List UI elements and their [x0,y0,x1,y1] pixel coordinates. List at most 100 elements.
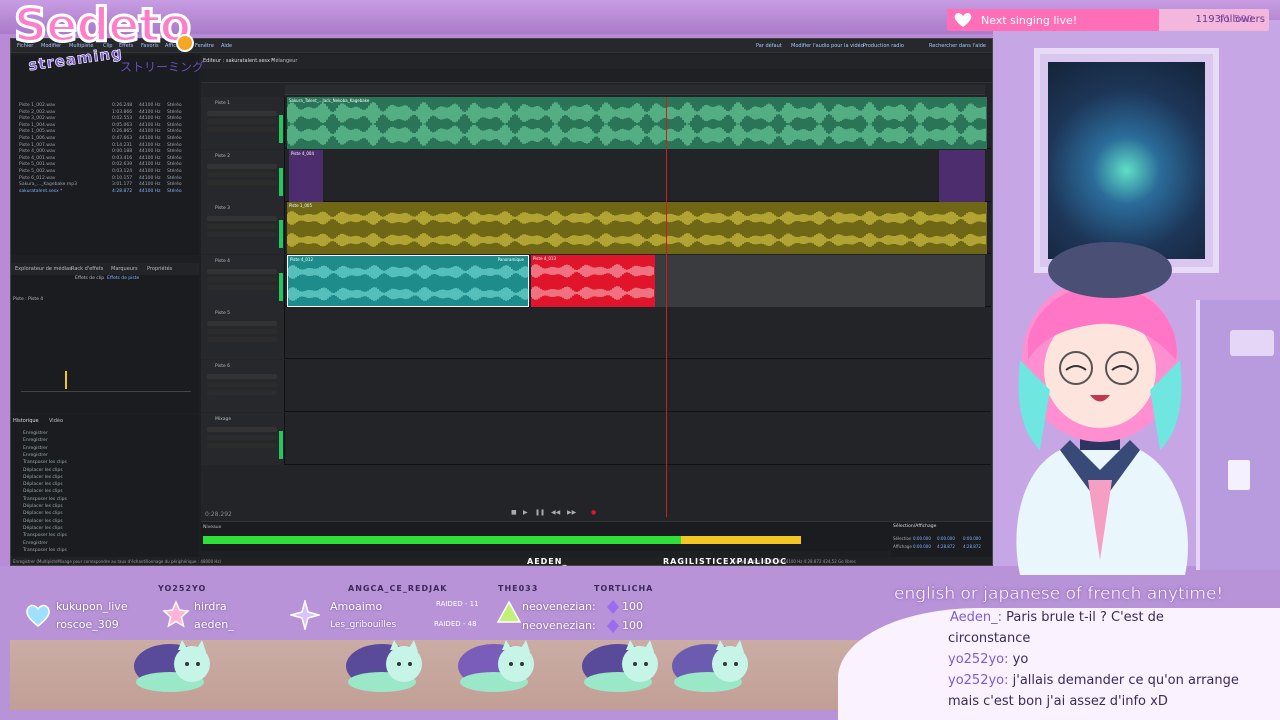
tab-properties[interactable]: Propriétés [147,266,172,272]
mixer-tab[interactable]: Mélangeur [271,58,298,64]
history-item[interactable]: Enregistrer [23,431,48,436]
file-row[interactable]: Piste 1_007.wav 0:14.231 44100 Hz Stéréo [19,143,199,149]
track-output-select[interactable] [207,127,277,132]
file-row[interactable]: Piste 6_012.wav 0:10.157 44100 Hz Stéréo [19,176,199,182]
chat-username[interactable]: Aeden_: [950,610,1002,625]
file-row[interactable]: Piste 4_000.wav 0:00.188 44100 Hz Stéréo [19,149,199,155]
history-item[interactable]: Transposer les clips [23,548,67,553]
track-name[interactable]: Piste 4 [215,259,230,264]
tab-markers[interactable]: Marqueurs [111,266,138,272]
file-row[interactable]: Piste 1_004.wav 0:05.063 44100 Hz Stéréo [19,123,199,129]
track-input-select[interactable] [207,276,277,282]
audio-clip[interactable]: Sakura_Talent_...Jack_Nekoba_Kagebake [287,97,987,149]
selection-end[interactable]: 0:00.000 [937,536,955,541]
track-input-select[interactable] [207,119,277,124]
track-name[interactable]: Piste 5 [215,311,230,316]
track-output-select[interactable] [207,390,277,395]
selection-start[interactable]: 0:00.000 [913,536,931,541]
pause-icon[interactable]: ❚❚ [535,509,545,516]
track-input-select[interactable] [207,382,277,387]
track-volume-control[interactable] [207,321,277,327]
forward-icon[interactable]: ▶▶ [567,509,576,516]
file-row[interactable]: Piste 5_001.wav 0:02.639 44100 Hz Stéréo [19,162,199,168]
timeline-ruler[interactable] [285,85,985,95]
track-name[interactable]: Mixage [215,417,231,422]
history-title[interactable]: Historique [13,418,39,424]
tab-effects-rack[interactable]: Rack d'effets [71,266,103,272]
audio-clip[interactable]: Piste 1_005 [287,202,987,255]
audio-clip-2[interactable]: Piste 4_013 [531,254,655,307]
audio-clip[interactable]: Piste 4_004 [289,149,323,202]
history-item[interactable]: Déplacer les clips [23,475,63,480]
file-row[interactable]: Piste 1_005.wav 0:26.865 44100 Hz Stéréo [19,129,199,135]
history-item[interactable]: Déplacer les clips [23,504,63,509]
track-name[interactable]: Piste 2 [215,154,230,159]
audio-clip-2[interactable] [939,149,985,202]
track-volume-control[interactable] [207,111,277,116]
video-tab[interactable]: Vidéo [49,418,63,424]
track-effects-tab[interactable]: Effets de piste [107,276,139,281]
history-item[interactable]: Déplacer les clips [23,526,63,531]
playhead[interactable] [666,97,667,517]
view-duration[interactable]: 4:28.872 [963,544,981,549]
track-input-select[interactable] [207,171,277,177]
clip-effects-tab[interactable]: Effets de clip [75,276,104,281]
track-name[interactable]: Piste 1 [215,101,230,106]
file-row[interactable]: Piste 1_006.wav 0:47.663 44100 Hz Stéréo [19,136,199,142]
track-header[interactable]: Piste 2 [201,149,285,202]
history-item[interactable]: Transposer les clips [23,533,67,538]
history-item[interactable]: Déplacer les clips [23,468,63,473]
stop-icon[interactable]: ■ [511,509,517,516]
file-row[interactable]: Piste 2_002.wav 1:03.866 44100 Hz Stéréo [19,110,199,116]
workspace-video[interactable]: Modifier l'audio pour la vidéo [791,43,864,49]
history-item[interactable]: Enregistrer [23,446,48,451]
tab-media-browser[interactable]: Explorateur de médias [15,266,72,272]
file-row[interactable]: Piste 5_002.wav 0:03.124 44100 Hz Stéréo [19,169,199,175]
record-icon[interactable]: ● [591,509,596,516]
track-header[interactable]: Mixage [201,412,285,465]
view-start[interactable]: 0:00.000 [913,544,931,549]
view-end[interactable]: 4:28.872 [937,544,955,549]
track-volume-control[interactable] [207,268,277,274]
track-name[interactable]: Piste 3 [215,206,230,211]
menu-help[interactable]: Aide [221,43,232,49]
workspace-radio[interactable]: Production radio [863,43,904,49]
history-item[interactable]: Transposer les clips [23,460,67,465]
history-item[interactable]: Transposer les clips [23,497,67,502]
track-header[interactable]: Piste 4 [201,254,285,307]
file-row[interactable]: Piste 4_001.wav 0:03.416 44100 Hz Stéréo [19,156,199,162]
track-input-select[interactable] [207,224,277,230]
track-header[interactable]: Piste 6 [201,360,285,412]
track-output-select[interactable] [207,232,277,238]
history-item[interactable]: Déplacer les clips [23,489,63,494]
play-icon[interactable]: ▶ [523,509,528,516]
track-name[interactable]: Piste 6 [215,364,230,369]
track-header[interactable]: Piste 3 [201,202,285,255]
history-item[interactable]: Enregistrer [23,541,48,546]
track-header[interactable]: Piste 5 [201,307,285,360]
file-row[interactable]: Piste 3_002.wav 0:02.553 44100 Hz Stéréo [19,116,199,122]
help-search[interactable]: Rechercher dans l'aide [929,43,986,49]
track-header[interactable]: Piste 1 [201,97,285,149]
track-input-select[interactable] [207,329,277,335]
track-input-select[interactable] [207,434,277,440]
chat-username[interactable]: yo252yo: [948,652,1009,667]
audio-clip[interactable]: Piste 4_012 Panoramique [287,254,529,307]
selection-duration[interactable]: 0:00.000 [963,536,981,541]
file-row[interactable]: Piste 1_002.wav 0:26.248 44100 Hz Stéréo [19,103,199,109]
rewind-icon[interactable]: ◀◀ [551,509,560,516]
chat-username[interactable]: yo252yo: [948,673,1009,688]
track-volume-control[interactable] [207,426,277,432]
history-item[interactable]: Déplacer les clips [23,482,63,487]
history-item[interactable]: Déplacer les clips [23,519,63,524]
track-output-select[interactable] [207,337,277,343]
track-output-select[interactable] [207,284,277,290]
track-volume-control[interactable] [207,163,277,169]
workspace-default[interactable]: Par défaut [756,43,782,49]
history-item[interactable]: Enregistrer [23,438,48,443]
file-row[interactable]: Sakura_..._Kagebake.mp3 3:01.177 44100 Hz S… [19,182,199,188]
track-output-select[interactable] [207,179,277,185]
track-output-select[interactable] [207,442,277,448]
history-item[interactable]: Déplacer les clips [23,511,63,516]
file-row[interactable]: sakuratalent.sesx * 4:28.872 44100 Hz Stéré… [19,189,199,195]
